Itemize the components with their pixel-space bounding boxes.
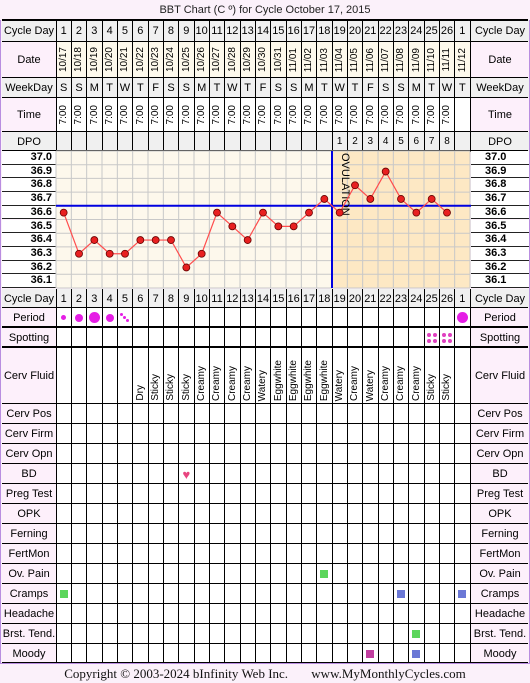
temperature-point	[121, 249, 129, 258]
temperature-point	[289, 222, 298, 231]
temperature-point	[381, 167, 390, 176]
temperature-point	[75, 249, 83, 258]
temperature-point	[182, 263, 191, 272]
temperature-point	[59, 208, 68, 217]
temperature-point	[105, 249, 114, 258]
temperature-point	[90, 236, 99, 244]
temperature-point	[427, 195, 436, 203]
temperature-point	[259, 208, 267, 217]
temperature-chart: OVULATION	[55, 150, 471, 289]
site-link[interactable]: www.MyMonthlyCycles.com	[311, 666, 465, 681]
temperature-point	[167, 236, 175, 244]
temperature-point	[397, 195, 405, 203]
temperature-point	[305, 208, 313, 217]
temperature-point	[443, 208, 451, 217]
footer: Copyright © 2003-2024 bInfinity Web Inc.…	[0, 663, 530, 683]
temperature-point	[320, 195, 329, 203]
temperature-point	[412, 208, 421, 217]
temperature-point	[351, 181, 359, 190]
temperature-point	[274, 222, 283, 231]
temperature-point	[366, 195, 375, 203]
temperature-point	[228, 222, 237, 231]
temperature-point	[213, 208, 221, 217]
temperature-point	[197, 249, 206, 258]
temperature-point	[151, 236, 160, 244]
temperature-point	[136, 236, 145, 244]
ovulation-label: OVULATION	[339, 153, 351, 216]
temperature-point	[335, 208, 344, 217]
copyright-text: Copyright © 2003-2024 bInfinity Web Inc.	[64, 666, 289, 681]
temperature-point	[243, 236, 252, 244]
